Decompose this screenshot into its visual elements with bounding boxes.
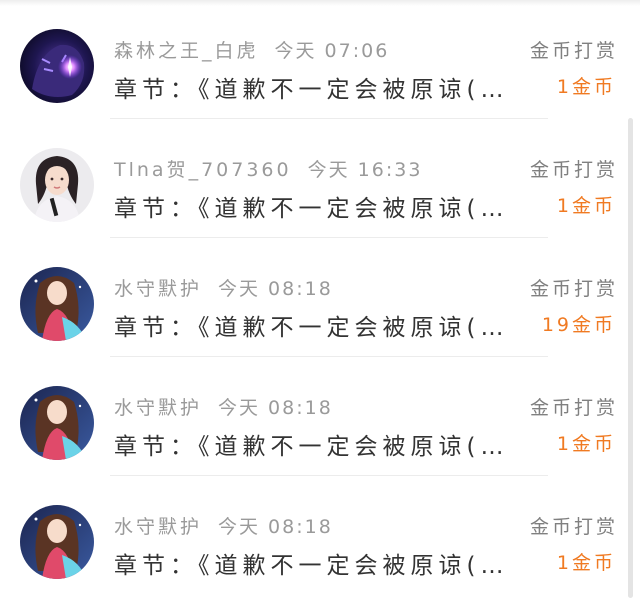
record-meta: 水守默护 今天 08:18 — [114, 274, 333, 301]
chapter-title: 章节：《道歉不一定会被原谅(… — [114, 434, 509, 460]
reward-type-label: 金币打赏 — [529, 397, 618, 419]
reward-amount: 1金币 — [556, 195, 616, 217]
record-meta: 水守默护 今天 08:18 — [114, 512, 333, 539]
timestamp: 今天 08:18 — [218, 516, 333, 538]
timestamp: 今天 16:33 — [307, 159, 423, 181]
reward-type-label: 金币打赏 — [529, 159, 618, 181]
record-meta: Tlna贺_707360 今天 16:33 — [114, 155, 422, 182]
reward-amount: 1金币 — [556, 433, 616, 455]
reward-record-row[interactable]: Tlna贺_707360 今天 16:33 章节：《道歉不一定会被原谅(… 金币打… — [0, 119, 640, 238]
reward-record-row[interactable]: 水守默护 今天 08:18 章节：《道歉不一定会被原谅(… 金币打赏 1金币 — [0, 357, 640, 476]
timestamp: 今天 07:06 — [274, 40, 390, 62]
username[interactable]: 水守默护 — [114, 278, 202, 300]
username[interactable]: 水守默护 — [114, 397, 202, 419]
reward-type-label: 金币打赏 — [529, 516, 618, 538]
record-meta: 水守默护 今天 08:18 — [114, 393, 333, 420]
username[interactable]: 水守默护 — [114, 516, 202, 538]
chapter-title: 章节：《道歉不一定会被原谅(… — [114, 553, 509, 579]
reward-amount: 1金币 — [556, 552, 616, 574]
chapter-title: 章节：《道歉不一定会被原谅(… — [114, 196, 509, 222]
purple-tiger-avatar-icon[interactable] — [20, 29, 94, 103]
reward-type-label: 金币打赏 — [529, 40, 618, 62]
chapter-title: 章节：《道歉不一定会被原谅(… — [114, 77, 509, 103]
anime-girl-avatar-icon[interactable] — [20, 505, 94, 579]
reward-amount: 1金币 — [556, 76, 616, 98]
reward-record-row[interactable]: 水守默护 今天 08:18 章节：《道歉不一定会被原谅(… 金币打赏 19金币 — [0, 238, 640, 357]
username[interactable]: Tlna贺_707360 — [114, 159, 292, 181]
anime-girl-avatar-icon[interactable] — [20, 386, 94, 460]
chapter-title: 章节：《道歉不一定会被原谅(… — [114, 315, 509, 341]
record-meta: 森林之王_白虎 今天 07:06 — [114, 36, 389, 63]
reward-record-row[interactable]: 水守默护 今天 08:18 章节：《道歉不一定会被原谅(… 金币打赏 1金币 — [0, 476, 640, 595]
reward-type-label: 金币打赏 — [529, 278, 618, 300]
anime-girl-avatar-icon[interactable] — [20, 267, 94, 341]
reward-record-row[interactable]: 森林之王_白虎 今天 07:06 章节：《道歉不一定会被原谅(… 金币打赏 1金币 — [0, 0, 640, 119]
reward-amount: 19金币 — [541, 314, 616, 336]
girl-with-microphone-avatar-icon[interactable] — [20, 148, 94, 222]
username[interactable]: 森林之王_白虎 — [114, 40, 259, 62]
timestamp: 今天 08:18 — [218, 278, 333, 300]
timestamp: 今天 08:18 — [218, 397, 333, 419]
